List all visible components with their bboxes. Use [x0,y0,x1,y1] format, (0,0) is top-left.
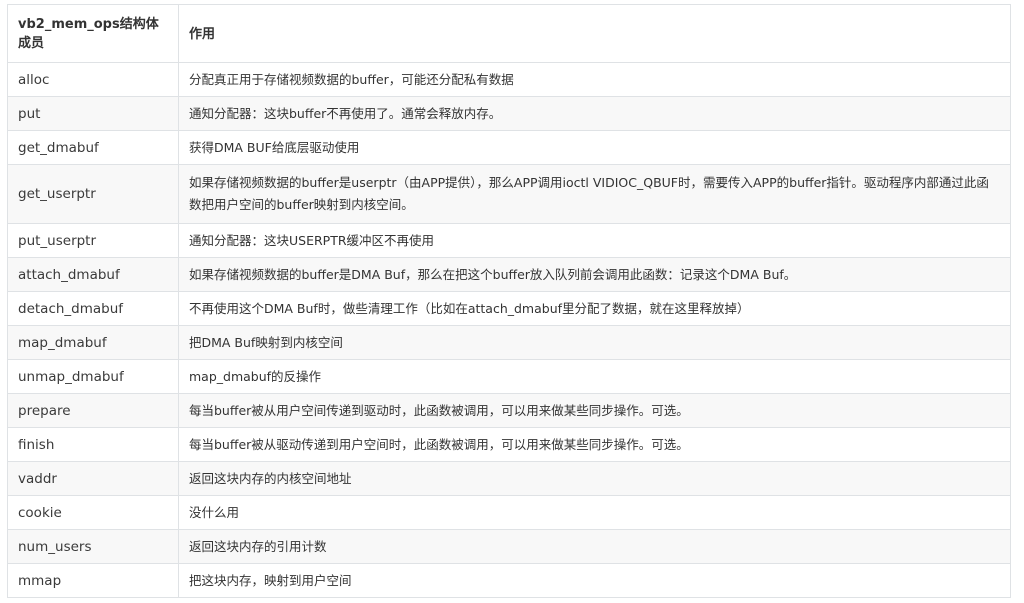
table-row: get_dmabuf 获得DMA BUF给底层驱动使用 [7,130,1011,165]
table-row: finish 每当buffer被从驱动传递到用户空间时，此函数被调用，可以用来做… [7,427,1011,462]
member-cell: attach_dmabuf [7,257,179,292]
member-cell: map_dmabuf [7,325,179,360]
table-row: alloc 分配真正用于存储视频数据的buffer，可能还分配私有数据 [7,62,1011,97]
table-row: map_dmabuf 把DMA Buf映射到内核空间 [7,325,1011,360]
vb2-mem-ops-table: vb2_mem_ops结构体成员 作用 alloc 分配真正用于存储视频数据的b… [7,4,1011,598]
description-cell: 把这块内存，映射到用户空间 [178,563,1011,598]
member-cell: mmap [7,563,179,598]
table-row: num_users 返回这块内存的引用计数 [7,529,1011,564]
member-cell: unmap_dmabuf [7,359,179,394]
member-cell: vaddr [7,461,179,496]
table-row: get_userptr 如果存储视频数据的buffer是userptr（由APP… [7,164,1011,224]
description-cell: 获得DMA BUF给底层驱动使用 [178,130,1011,165]
table-row: vaddr 返回这块内存的内核空间地址 [7,461,1011,496]
member-cell: get_userptr [7,164,179,224]
member-cell: put [7,96,179,131]
description-cell: 分配真正用于存储视频数据的buffer，可能还分配私有数据 [178,62,1011,97]
member-cell: finish [7,427,179,462]
description-cell: 通知分配器：这块USERPTR缓冲区不再使用 [178,223,1011,258]
table-row: cookie 没什么用 [7,495,1011,530]
table-row: mmap 把这块内存，映射到用户空间 [7,563,1011,598]
member-cell: get_dmabuf [7,130,179,165]
description-cell: 返回这块内存的内核空间地址 [178,461,1011,496]
description-cell: 通知分配器：这块buffer不再使用了。通常会释放内存。 [178,96,1011,131]
member-cell: alloc [7,62,179,97]
table-header-row: vb2_mem_ops结构体成员 作用 [7,4,1011,63]
table-row: put 通知分配器：这块buffer不再使用了。通常会释放内存。 [7,96,1011,131]
description-cell: 没什么用 [178,495,1011,530]
table-row: put_userptr 通知分配器：这块USERPTR缓冲区不再使用 [7,223,1011,258]
member-cell: put_userptr [7,223,179,258]
description-cell: 每当buffer被从用户空间传递到驱动时，此函数被调用，可以用来做某些同步操作。… [178,393,1011,428]
description-cell: 如果存储视频数据的buffer是DMA Buf，那么在把这个buffer放入队列… [178,257,1011,292]
header-purpose: 作用 [178,4,1011,63]
table-row: detach_dmabuf 不再使用这个DMA Buf时，做些清理工作（比如在a… [7,291,1011,326]
member-cell: prepare [7,393,179,428]
member-cell: detach_dmabuf [7,291,179,326]
description-cell: 不再使用这个DMA Buf时，做些清理工作（比如在attach_dmabuf里分… [178,291,1011,326]
vb2-mem-ops-table-container: vb2_mem_ops结构体成员 作用 alloc 分配真正用于存储视频数据的b… [7,4,1011,598]
member-cell: cookie [7,495,179,530]
description-cell: 返回这块内存的引用计数 [178,529,1011,564]
description-cell: map_dmabuf的反操作 [178,359,1011,394]
description-cell: 把DMA Buf映射到内核空间 [178,325,1011,360]
table-row: prepare 每当buffer被从用户空间传递到驱动时，此函数被调用，可以用来… [7,393,1011,428]
description-cell: 每当buffer被从驱动传递到用户空间时，此函数被调用，可以用来做某些同步操作。… [178,427,1011,462]
table-row: attach_dmabuf 如果存储视频数据的buffer是DMA Buf，那么… [7,257,1011,292]
header-member: vb2_mem_ops结构体成员 [7,4,179,63]
description-cell: 如果存储视频数据的buffer是userptr（由APP提供），那么APP调用i… [178,164,1011,224]
member-cell: num_users [7,529,179,564]
table-row: unmap_dmabuf map_dmabuf的反操作 [7,359,1011,394]
